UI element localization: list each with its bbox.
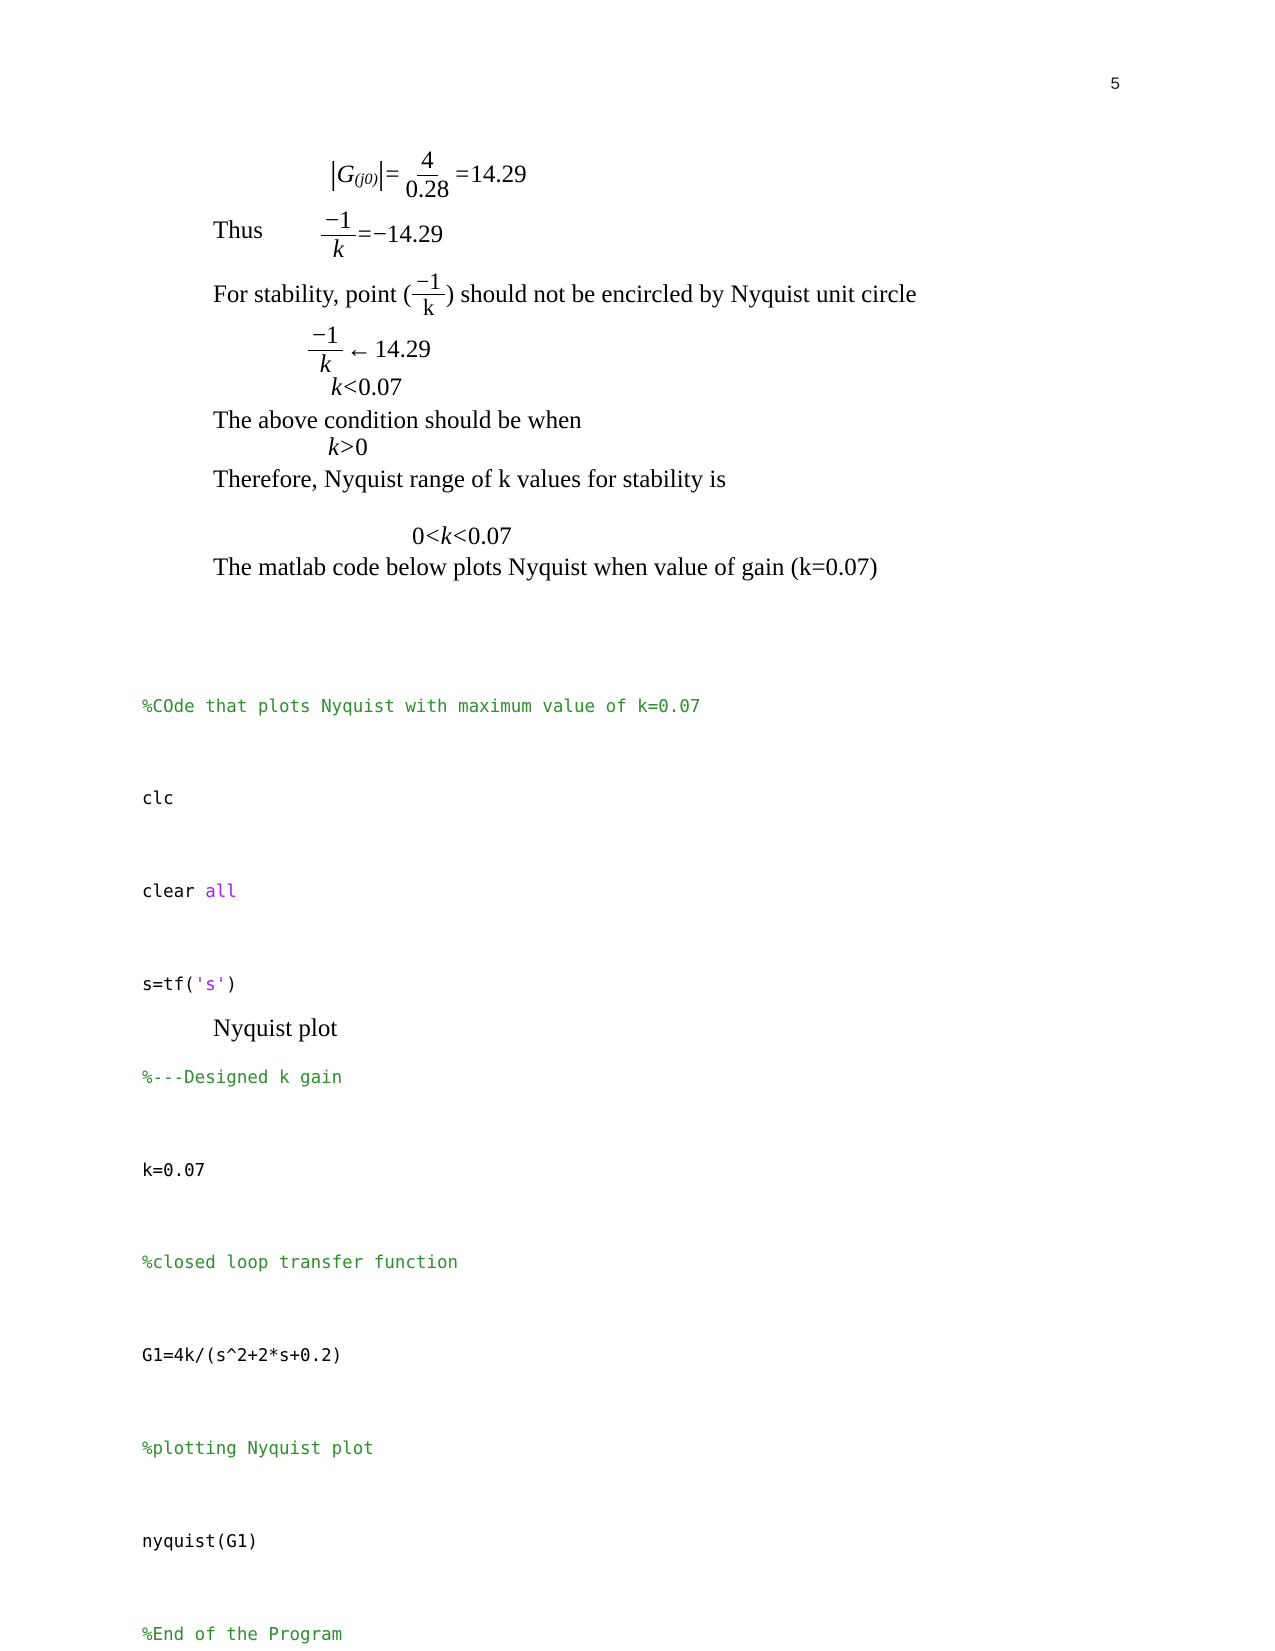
page-number: 5 (1110, 74, 1120, 93)
k-upper-bound: 0.07 (358, 374, 402, 401)
code-token-string: 's' (194, 975, 227, 995)
greater-than-sign: > (340, 434, 355, 461)
code-line: G1=4k/(s^2+2*s+0.2) (142, 1346, 343, 1367)
equation-arrow-relation: −1 k ← 14.29 (307, 323, 431, 377)
range-lower: 0 (412, 523, 425, 550)
code-line: %plotting Nyquist plot (142, 1438, 374, 1459)
fraction-denominator: 0.28 (405, 175, 450, 203)
code-line: clc (142, 789, 174, 810)
therefore-text: Therefore, Nyquist range of k values for… (213, 466, 727, 493)
fraction-numerator: 4 (417, 148, 438, 176)
code-line: %End of the Program (142, 1624, 343, 1645)
nyquist-plot-label: Nyquist plot (213, 1015, 338, 1042)
less-than-sign-2: < (452, 523, 467, 550)
k-symbol: k (331, 374, 343, 401)
equation-gain-magnitude: | G (j0) | = 4 0.28 = 14.29 (330, 148, 527, 202)
fraction-minus-one-over-k: −1 k (321, 208, 356, 262)
range-upper: 0.07 (467, 523, 512, 550)
stability-text-after: ) should not be encircled by Nyquist uni… (445, 280, 917, 308)
equation-k-greater-than: k > 0 (328, 434, 368, 462)
code-line: nyquist(G1) (142, 1531, 258, 1552)
fraction-numerator: −1 (321, 208, 356, 236)
equals-sign-2: = (455, 161, 470, 188)
thus-label: Thus (213, 217, 263, 244)
gain-result-value: 14.29 (470, 161, 527, 188)
fraction-denominator: k (422, 295, 435, 321)
less-than-sign-1: < (425, 523, 440, 550)
code-token-plain: ) (226, 975, 237, 995)
k-symbol: k (440, 523, 452, 550)
fraction-denominator: k (332, 235, 344, 263)
minus-1429-value: −14.29 (372, 221, 444, 248)
fraction-4-over-028: 4 0.28 (402, 148, 454, 202)
stability-statement: For stability, point ( −1 k ) should not… (213, 270, 917, 320)
equals-sign-1: = (385, 161, 400, 188)
code-token-plain: clear (142, 882, 206, 903)
code-token-keyword: all (205, 882, 237, 903)
stability-text-before: For stability, point ( (213, 280, 412, 308)
arrow-relation-value: 14.29 (374, 336, 431, 363)
abs-bar-left: | (330, 155, 337, 192)
code-line: %---Designed k gain (142, 1067, 343, 1088)
matlab-code-block: %COde that plots Nyquist with maximum va… (142, 626, 700, 1651)
code-line: k=0.07 (142, 1160, 206, 1181)
code-line: s=tf('s') (142, 974, 700, 997)
code-line: clear all (142, 881, 700, 904)
g-subscript: (j0) (354, 171, 378, 188)
abs-bar-right: | (377, 155, 385, 192)
code-line: %COde that plots Nyquist with maximum va… (142, 696, 701, 717)
left-arrow-icon: ← (346, 336, 372, 363)
matlab-intro-text: The matlab code below plots Nyquist when… (213, 554, 878, 581)
code-line: %closed loop transfer function (142, 1253, 459, 1274)
k-lower-bound: 0 (355, 434, 368, 461)
equals-sign: = (357, 221, 372, 248)
code-token-plain: s=tf( (142, 975, 195, 995)
g-symbol: G (336, 161, 355, 188)
fraction-numerator: −1 (412, 270, 445, 296)
equation-minus-one-over-k: −1 k = −14.29 (320, 208, 443, 262)
k-symbol: k (328, 434, 340, 461)
above-condition-text: The above condition should be when (213, 407, 582, 434)
document-page: 5 | G (j0) | = 4 0.28 = 14.29 Thus −1 k … (0, 0, 1275, 1651)
less-than-sign: < (343, 374, 358, 401)
fraction-minus-one-over-k-inline: −1 k (412, 270, 445, 321)
equation-k-range: 0 < k < 0.07 (412, 523, 512, 551)
fraction-numerator: −1 (308, 323, 343, 351)
equation-k-less-than: k < 0.07 (331, 374, 402, 402)
fraction-minus-one-over-k-2: −1 k (308, 323, 343, 377)
